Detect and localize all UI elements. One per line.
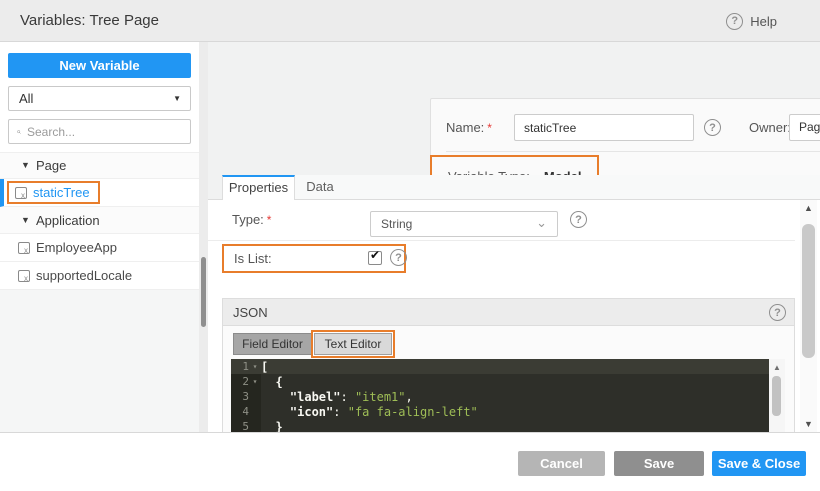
- json-panel: JSON ? Field Editor Text Editor 1 ▾ [ 2 …: [222, 298, 795, 432]
- code-area[interactable]: 1 ▾ [ 2 ▾ { 3 "label": "item1", 4 "icon"…: [231, 359, 769, 432]
- line-number: 5: [242, 420, 249, 432]
- text-editor-button[interactable]: Text Editor: [314, 333, 392, 355]
- code-line: 2 ▾ {: [231, 374, 769, 389]
- tab-properties[interactable]: Properties: [222, 175, 295, 200]
- search-icon: [17, 129, 21, 134]
- search-input[interactable]: [27, 124, 182, 139]
- text-editor-highlight-box: Text Editor: [311, 330, 395, 358]
- required-star: *: [487, 120, 492, 135]
- tree-item-label: supportedLocale: [36, 268, 133, 283]
- editor-scrollbar-thumb[interactable]: [772, 376, 781, 416]
- content-scrollbar[interactable]: ▲ ▼: [800, 200, 817, 432]
- is-list-label: Is List:: [234, 251, 272, 266]
- field-editor-button[interactable]: Field Editor: [233, 333, 311, 355]
- type-label: Type:: [232, 212, 264, 227]
- triangle-down-icon: ▼: [21, 160, 30, 170]
- model-variable-icon: x: [15, 186, 27, 199]
- code-line: 5 }: [231, 419, 769, 433]
- owner-label: Owner:: [749, 120, 791, 135]
- owner-value: Page: [799, 120, 820, 134]
- code-text: "icon": "fa fa-align-left": [289, 404, 478, 419]
- scroll-up-icon[interactable]: ▲: [769, 363, 785, 372]
- type-label-wrap: Type: *: [232, 200, 271, 240]
- save-and-close-button[interactable]: Save & Close: [712, 451, 806, 476]
- variables-tree: ▼ Page x staticTree ▼ Application x Empl…: [0, 152, 199, 290]
- line-number: 2: [242, 375, 249, 388]
- tab-data[interactable]: Data: [295, 175, 345, 200]
- tree-group-label: Page: [36, 158, 67, 173]
- is-list-help-icon[interactable]: ?: [390, 249, 407, 266]
- scroll-down-icon[interactable]: ▼: [800, 419, 817, 429]
- code-text: }: [275, 419, 283, 433]
- is-list-checkbox[interactable]: ✔: [368, 248, 382, 265]
- help-label: Help: [750, 13, 777, 29]
- search-box: [8, 119, 191, 144]
- name-input[interactable]: [514, 114, 694, 141]
- tree-group-label: Application: [36, 212, 100, 228]
- line-number: 4: [242, 405, 249, 418]
- page-title: Variables: Tree Page: [20, 12, 159, 29]
- triangle-down-icon: ▼: [21, 214, 30, 225]
- cancel-button[interactable]: Cancel: [518, 451, 605, 476]
- model-variable-icon: x: [18, 269, 30, 282]
- code-line: 1 ▾ [: [231, 359, 769, 374]
- main-top-section: Name: * ? Owner: * Page ▼ ? Variable Typ…: [208, 42, 820, 199]
- tree-item-employeeapp[interactable]: x EmployeeApp: [0, 234, 199, 262]
- content-scrollbar-thumb[interactable]: [802, 224, 815, 358]
- editor-scrollbar[interactable]: ▲: [769, 359, 785, 432]
- code-text: [: [261, 359, 269, 374]
- owner-select[interactable]: Page ▼: [789, 114, 820, 141]
- required-star: *: [266, 213, 272, 227]
- tree-item-statictree[interactable]: x staticTree: [0, 179, 199, 207]
- properties-tab-content: Type: * String ⌄ ? Is List: ✔ ? JSON ? F…: [208, 200, 820, 432]
- dialog-header: Variables: Tree Page ? Help: [0, 0, 820, 42]
- line-number: 1: [242, 360, 249, 373]
- new-variable-button[interactable]: New Variable: [8, 53, 191, 78]
- json-code-editor[interactable]: 1 ▾ [ 2 ▾ { 3 "label": "item1", 4 "icon"…: [231, 359, 785, 432]
- tree-group-page[interactable]: ▼ Page: [0, 152, 199, 179]
- type-help-icon[interactable]: ?: [570, 211, 587, 228]
- type-select[interactable]: String ⌄: [370, 211, 558, 237]
- editor-mode-toggle: Field Editor Text Editor: [233, 330, 395, 358]
- caret-down-icon: ▼: [173, 94, 181, 103]
- code-text: {: [275, 374, 283, 389]
- chevron-down-icon: ⌄: [536, 215, 547, 230]
- is-list-highlight-box: Is List: ✔ ?: [222, 244, 407, 273]
- name-help-icon[interactable]: ?: [704, 119, 721, 136]
- type-value: String: [381, 217, 413, 231]
- name-owner-row: Name: * ? Owner: * Page ▼ ?: [446, 114, 820, 141]
- sidebar-scrollbar-thumb[interactable]: [201, 257, 206, 327]
- name-label: Name:: [446, 120, 485, 135]
- code-line: 3 "label": "item1",: [231, 389, 769, 404]
- footer-bar: Cancel Save Save & Close: [0, 432, 820, 491]
- json-panel-header: JSON ?: [223, 299, 794, 326]
- filter-dropdown[interactable]: All ▼: [8, 86, 191, 111]
- scroll-up-icon[interactable]: ▲: [800, 203, 817, 213]
- fold-icon[interactable]: ▾: [249, 362, 261, 371]
- model-variable-icon: x: [18, 241, 30, 254]
- help-button[interactable]: ? Help: [726, 0, 777, 42]
- json-title: JSON: [233, 305, 268, 320]
- save-button[interactable]: Save: [614, 451, 704, 476]
- code-text: "label": "item1",: [289, 389, 413, 404]
- tree-item-label: EmployeeApp: [36, 240, 117, 255]
- fold-icon[interactable]: ▾: [249, 377, 261, 386]
- sidebar-scrollbar[interactable]: [199, 42, 208, 432]
- json-help-icon[interactable]: ?: [769, 304, 786, 321]
- tab-strip: Properties Data: [208, 175, 820, 200]
- selection-highlight-box: x staticTree: [7, 181, 100, 204]
- line-number: 3: [242, 390, 249, 403]
- variables-sidebar: New Variable All ▼ ▼ Page x staticTree ▼…: [0, 42, 199, 432]
- form-divider: [446, 151, 820, 152]
- tree-group-application[interactable]: ▼ Application: [0, 207, 199, 234]
- content-divider: [208, 240, 795, 241]
- tab-strip-spacer: [208, 175, 222, 199]
- filter-value: All: [19, 91, 34, 106]
- code-line: 4 "icon": "fa fa-align-left": [231, 404, 769, 419]
- help-circle-icon: ?: [726, 12, 744, 30]
- tree-item-supportedlocale[interactable]: x supportedLocale: [0, 262, 199, 290]
- tree-item-label: staticTree: [33, 185, 90, 200]
- sidebar-filler: [0, 290, 199, 432]
- check-icon: ✔: [370, 248, 381, 262]
